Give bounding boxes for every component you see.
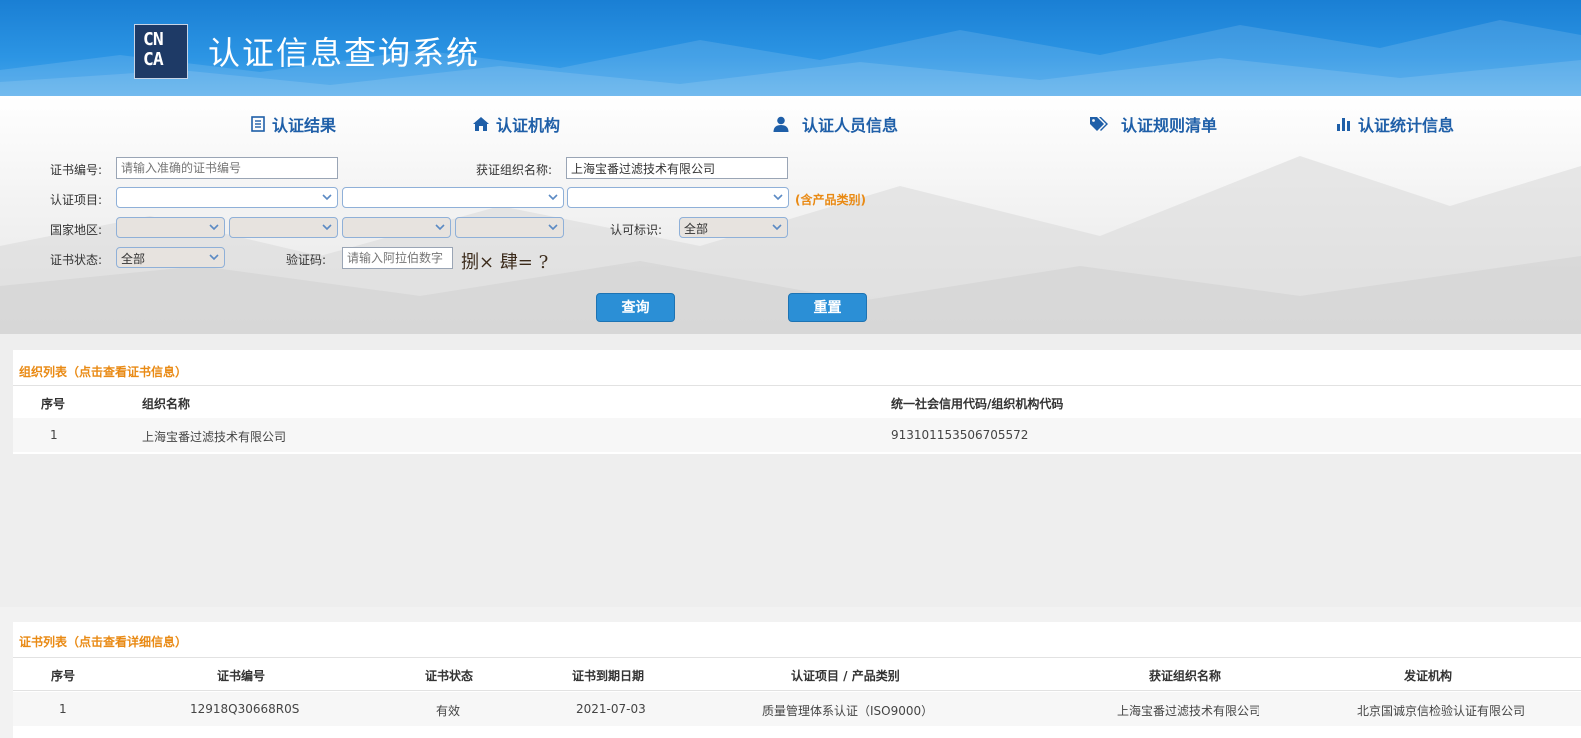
accredit-select[interactable]: 全部 bbox=[679, 217, 788, 238]
region-select-1[interactable] bbox=[116, 217, 225, 238]
cert-no-input[interactable] bbox=[116, 157, 338, 179]
nav-label: 认证规则清单 bbox=[1121, 116, 1218, 135]
chevron-down-icon bbox=[322, 224, 332, 231]
chevron-down-icon bbox=[548, 224, 558, 231]
captcha-input[interactable] bbox=[342, 247, 453, 269]
captcha-image[interactable]: 捌× 肆= ? bbox=[461, 248, 557, 273]
nav-item-personnel[interactable]: 认证人员信息 bbox=[772, 112, 898, 136]
reset-button[interactable]: 重置 bbox=[788, 293, 867, 322]
nav-item-rules[interactable]: 认证规则清单 bbox=[1089, 112, 1217, 136]
accredit-value: 全部 bbox=[684, 222, 709, 236]
cell-cert-status: 有效 bbox=[436, 704, 461, 718]
captcha-label: 验证码: bbox=[286, 253, 327, 267]
cert-list-card: 证书列表（点击查看详细信息） 序号 证书编号 证书状态 证书到期日期 认证项目 … bbox=[13, 622, 1581, 738]
chevron-down-icon bbox=[209, 254, 219, 261]
cell-issuer: 北京国诚京信检验认证有限公司 bbox=[1357, 704, 1526, 718]
cell-index: 1 bbox=[59, 702, 67, 716]
page-title: 认证信息查询系统 bbox=[208, 34, 481, 72]
org-list-title: 组织列表（点击查看证书信息） bbox=[19, 365, 188, 379]
tags-icon bbox=[1090, 117, 1108, 131]
cell-cert-no[interactable]: 12918Q30668R0S bbox=[190, 702, 299, 716]
cell-org-name: 上海宝番过滤技术有限公司 bbox=[1117, 704, 1259, 718]
list-icon bbox=[251, 116, 265, 132]
table-row[interactable]: 1 上海宝番过滤技术有限公司 913101153506705572 bbox=[13, 418, 1581, 452]
chevron-down-icon bbox=[209, 224, 219, 231]
project-label: 认证项目: bbox=[50, 193, 103, 207]
col-issuer: 发证机构 bbox=[1404, 669, 1453, 683]
cert-table-header: 序号 证书编号 证书状态 证书到期日期 认证项目 / 产品类别 获证组织名称 发… bbox=[13, 657, 1581, 691]
cert-no-label: 证书编号: bbox=[50, 163, 103, 177]
chevron-down-icon bbox=[773, 194, 783, 201]
col-cert-no: 证书编号 bbox=[217, 669, 266, 683]
cert-list-title: 证书列表（点击查看详细信息） bbox=[19, 635, 188, 649]
status-label: 证书状态: bbox=[50, 253, 103, 267]
chevron-down-icon bbox=[435, 224, 445, 231]
col-index: 序号 bbox=[51, 669, 76, 683]
org-table-header: 序号 组织名称 统一社会信用代码/组织机构代码 bbox=[13, 385, 1581, 419]
nav-item-cert-bodies[interactable]: 认证机构 bbox=[472, 112, 560, 136]
status-value: 全部 bbox=[121, 252, 146, 266]
col-project: 认证项目 / 产品类别 bbox=[791, 669, 900, 683]
cnca-logo: CN CA bbox=[134, 24, 188, 79]
nav-label: 认证结果 bbox=[272, 116, 337, 135]
cell-credit-code: 913101153506705572 bbox=[891, 428, 1029, 442]
nav-label: 认证机构 bbox=[496, 116, 561, 135]
col-expiry: 证书到期日期 bbox=[572, 669, 645, 683]
col-org-name: 组织名称 bbox=[142, 397, 191, 411]
region-select-4[interactable] bbox=[455, 217, 564, 238]
table-row[interactable]: 1 12918Q30668R0S 有效 2021-07-03 质量管理体系认证（… bbox=[13, 692, 1581, 726]
chevron-down-icon bbox=[548, 194, 558, 201]
region-select-2[interactable] bbox=[229, 217, 338, 238]
user-icon bbox=[773, 116, 789, 132]
bar-chart-icon bbox=[1337, 118, 1350, 131]
cell-index: 1 bbox=[50, 428, 58, 442]
col-credit-code: 统一社会信用代码/组织机构代码 bbox=[891, 397, 1064, 411]
accredit-label: 认可标识: bbox=[610, 223, 663, 237]
col-org-name: 获证组织名称 bbox=[1149, 669, 1222, 683]
query-button[interactable]: 查询 bbox=[596, 293, 675, 322]
project-select-2[interactable] bbox=[342, 187, 564, 208]
status-select[interactable]: 全部 bbox=[116, 247, 225, 268]
project-select-1[interactable] bbox=[116, 187, 338, 208]
project-note: (含产品类别) bbox=[795, 193, 866, 207]
org-list-card: 组织列表（点击查看证书信息） 序号 组织名称 统一社会信用代码/组织机构代码 1… bbox=[13, 350, 1581, 454]
org-name-label: 获证组织名称: bbox=[476, 163, 553, 177]
nav-label: 认证人员信息 bbox=[802, 116, 899, 135]
nav-item-cert-results[interactable]: 认证结果 bbox=[250, 112, 336, 136]
chevron-down-icon bbox=[772, 224, 782, 231]
col-cert-status: 证书状态 bbox=[425, 669, 474, 683]
chevron-down-icon bbox=[322, 194, 332, 201]
app-header: CN CA 认证信息查询系统 bbox=[0, 0, 1581, 96]
region-select-3[interactable] bbox=[342, 217, 451, 238]
home-icon bbox=[473, 117, 489, 131]
cell-org-name[interactable]: 上海宝番过滤技术有限公司 bbox=[142, 428, 286, 445]
nav-label: 认证统计信息 bbox=[1358, 116, 1455, 135]
region-label: 国家地区: bbox=[50, 223, 103, 237]
col-index: 序号 bbox=[41, 397, 66, 411]
project-select-3[interactable] bbox=[567, 187, 789, 208]
cell-expiry: 2021-07-03 bbox=[576, 702, 646, 716]
nav-item-statistics[interactable]: 认证统计信息 bbox=[1336, 112, 1454, 136]
org-name-input[interactable] bbox=[566, 157, 788, 179]
cell-project: 质量管理体系认证（ISO9000） bbox=[762, 704, 934, 718]
